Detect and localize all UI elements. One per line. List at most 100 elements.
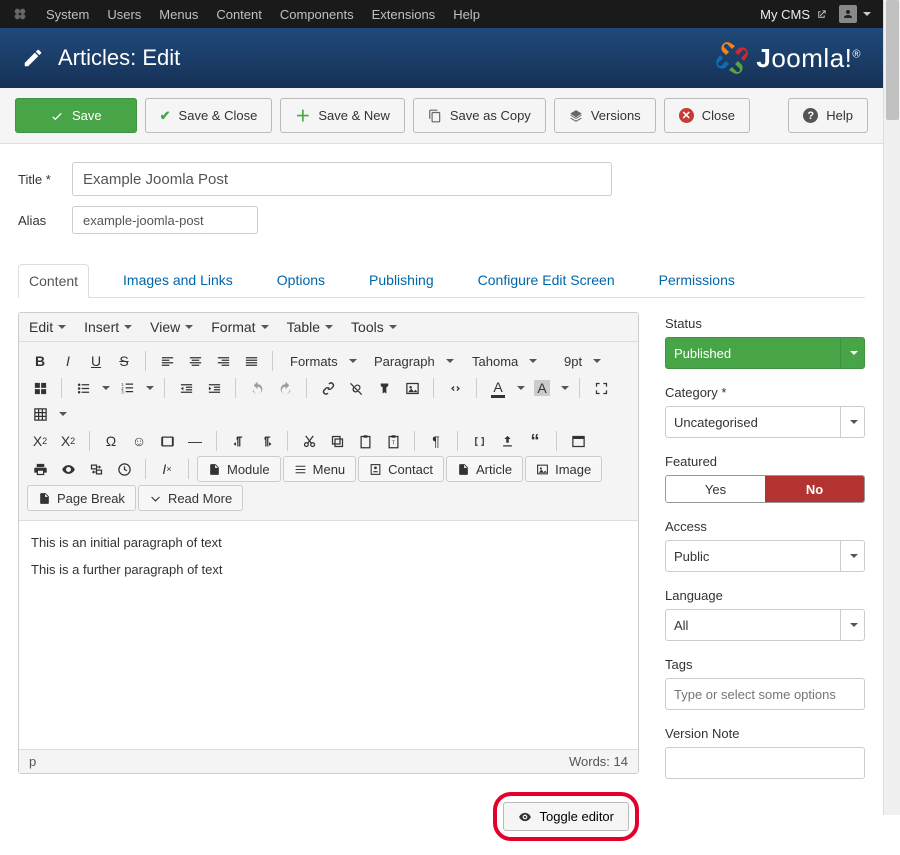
- preview-button[interactable]: [55, 457, 81, 481]
- admin-menu-help[interactable]: Help: [445, 3, 488, 26]
- title-input[interactable]: [72, 162, 612, 196]
- admin-menu-menus[interactable]: Menus: [151, 3, 206, 26]
- table-button[interactable]: [27, 402, 53, 426]
- editor-menu-format[interactable]: Format: [211, 319, 268, 335]
- editor-menu-table[interactable]: Table: [287, 319, 333, 335]
- tags-input[interactable]: [665, 678, 865, 710]
- toggle-editor-button[interactable]: Toggle editor: [503, 802, 629, 831]
- versions-button[interactable]: Versions: [554, 98, 656, 133]
- align-left-button[interactable]: [154, 349, 180, 373]
- save-new-button[interactable]: ＋ Save & New: [280, 98, 405, 133]
- user-menu[interactable]: [839, 5, 857, 23]
- language-select[interactable]: All: [665, 609, 865, 641]
- clear-format-button[interactable]: I×: [154, 457, 180, 481]
- site-link[interactable]: My CMS: [760, 7, 827, 22]
- code-button[interactable]: [442, 376, 468, 400]
- save-button[interactable]: Save: [15, 98, 137, 133]
- vertical-scrollbar[interactable]: [883, 0, 900, 815]
- anchor-button[interactable]: [371, 376, 397, 400]
- paste-text-button[interactable]: T: [380, 429, 406, 453]
- editor-menu-tools[interactable]: Tools: [351, 319, 397, 335]
- media-button[interactable]: [154, 429, 180, 453]
- admin-menu-system[interactable]: System: [38, 3, 97, 26]
- editor-body[interactable]: This is an initial paragraph of text Thi…: [19, 521, 638, 749]
- numbered-list-dropdown[interactable]: [142, 376, 156, 400]
- admin-menu-components[interactable]: Components: [272, 3, 362, 26]
- fullscreen-button[interactable]: [588, 376, 614, 400]
- rtl-button[interactable]: [253, 429, 279, 453]
- version-note-input[interactable]: [665, 747, 865, 779]
- align-right-button[interactable]: [210, 349, 236, 373]
- paragraph-select[interactable]: Paragraph: [365, 349, 461, 373]
- save-close-button[interactable]: ✔ Save & Close: [145, 98, 273, 133]
- tab-content[interactable]: Content: [18, 264, 89, 298]
- unlink-button[interactable]: [343, 376, 369, 400]
- copy-button[interactable]: [324, 429, 350, 453]
- formats-select[interactable]: Formats: [281, 349, 363, 373]
- ltr-button[interactable]: [225, 429, 251, 453]
- featured-yes[interactable]: Yes: [666, 476, 765, 502]
- editor-menu-edit[interactable]: Edit: [29, 319, 66, 335]
- insert-image-button[interactable]: [399, 376, 425, 400]
- admin-menu-extensions[interactable]: Extensions: [364, 3, 444, 26]
- cut-button[interactable]: [296, 429, 322, 453]
- subscript-button[interactable]: X2: [27, 429, 53, 453]
- menu-insert-button[interactable]: Menu: [283, 456, 357, 482]
- article-insert-button[interactable]: Article: [446, 456, 523, 482]
- contact-insert-button[interactable]: Contact: [358, 456, 444, 482]
- font-family-select[interactable]: Tahoma: [463, 349, 553, 373]
- undo-button[interactable]: [244, 376, 270, 400]
- styles-button[interactable]: [27, 376, 53, 400]
- hr-button[interactable]: —: [182, 429, 208, 453]
- close-button[interactable]: ✕ Close: [664, 98, 750, 133]
- blockquote-button[interactable]: “: [522, 429, 548, 453]
- redo-button[interactable]: [272, 376, 298, 400]
- tab-publishing[interactable]: Publishing: [359, 264, 444, 297]
- image-insert-button[interactable]: Image: [525, 456, 602, 482]
- access-select[interactable]: Public: [665, 540, 865, 572]
- bullet-list-dropdown[interactable]: [98, 376, 112, 400]
- bg-color-dropdown[interactable]: [557, 376, 571, 400]
- show-blocks-button[interactable]: ¶: [423, 429, 449, 453]
- emoji-button[interactable]: ☺: [126, 429, 152, 453]
- editor-menu-view[interactable]: View: [150, 319, 193, 335]
- italic-button[interactable]: I: [55, 349, 81, 373]
- superscript-button[interactable]: X2: [55, 429, 81, 453]
- pagebreak-button[interactable]: Page Break: [27, 485, 136, 511]
- text-color-button[interactable]: A: [485, 376, 511, 400]
- module-insert-button[interactable]: Module: [197, 456, 281, 482]
- align-center-button[interactable]: [182, 349, 208, 373]
- nbsp-button[interactable]: [466, 429, 492, 453]
- table-dropdown[interactable]: [55, 402, 69, 426]
- text-color-dropdown[interactable]: [513, 376, 527, 400]
- date-button[interactable]: [111, 457, 137, 481]
- tab-options[interactable]: Options: [267, 264, 335, 297]
- link-button[interactable]: [315, 376, 341, 400]
- strikethrough-button[interactable]: S: [111, 349, 137, 373]
- tab-configure-edit[interactable]: Configure Edit Screen: [468, 264, 625, 297]
- numbered-list-button[interactable]: 123: [114, 376, 140, 400]
- admin-menu-content[interactable]: Content: [208, 3, 270, 26]
- save-copy-button[interactable]: Save as Copy: [413, 98, 546, 133]
- category-select[interactable]: Uncategorised: [665, 406, 865, 438]
- alias-input[interactable]: [72, 206, 258, 234]
- tab-images-links[interactable]: Images and Links: [113, 264, 243, 297]
- editor-menu-insert[interactable]: Insert: [84, 319, 132, 335]
- bg-color-button[interactable]: A: [529, 376, 555, 400]
- readmore-button[interactable]: Read More: [138, 485, 243, 511]
- status-select[interactable]: Published: [665, 337, 865, 369]
- special-char-button[interactable]: Ω: [98, 429, 124, 453]
- underline-button[interactable]: U: [83, 349, 109, 373]
- upload-button[interactable]: [494, 429, 520, 453]
- print-button[interactable]: [27, 457, 53, 481]
- featured-toggle[interactable]: Yes No: [665, 475, 865, 503]
- paste-button[interactable]: [352, 429, 378, 453]
- font-size-select[interactable]: 9pt: [555, 349, 615, 373]
- template-button[interactable]: [565, 429, 591, 453]
- find-replace-button[interactable]: [83, 457, 109, 481]
- indent-button[interactable]: [201, 376, 227, 400]
- outdent-button[interactable]: [173, 376, 199, 400]
- featured-no[interactable]: No: [765, 476, 864, 502]
- bold-button[interactable]: B: [27, 349, 53, 373]
- tab-permissions[interactable]: Permissions: [649, 264, 745, 297]
